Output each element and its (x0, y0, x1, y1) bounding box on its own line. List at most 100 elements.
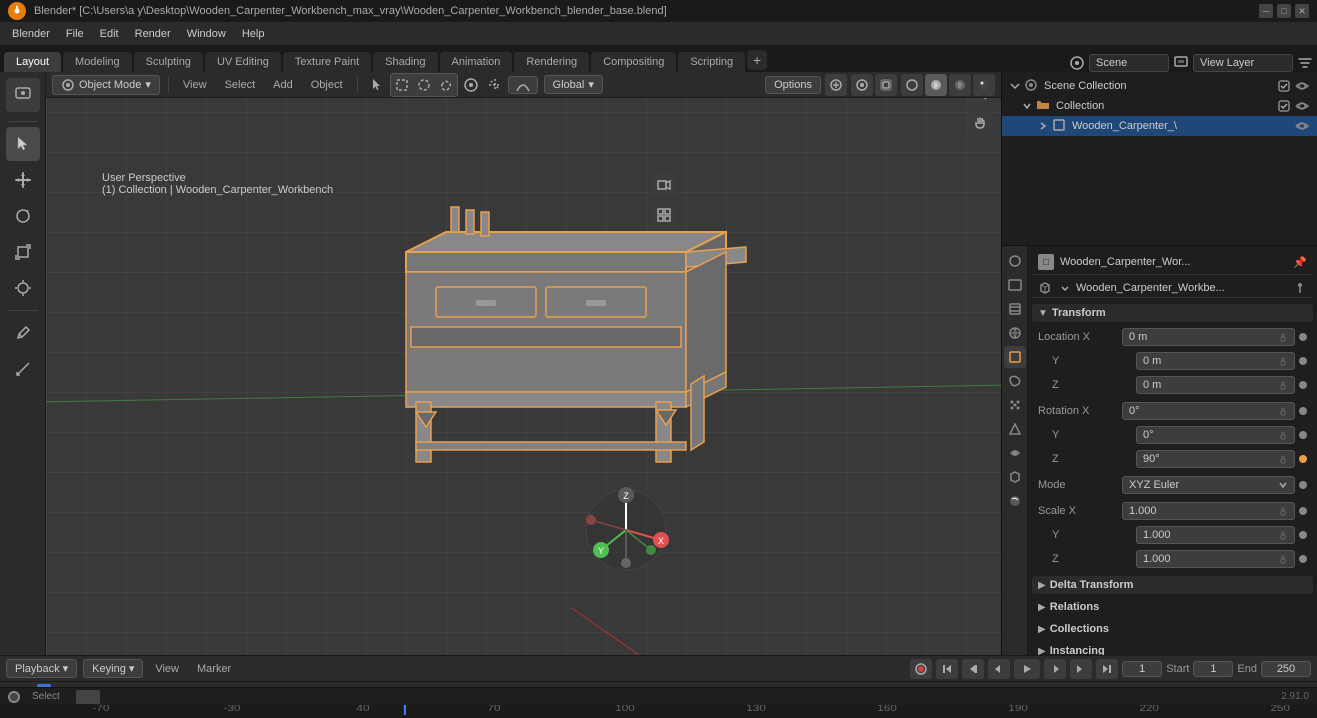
object-props-icon[interactable] (1004, 346, 1026, 368)
material-shading[interactable] (949, 74, 971, 96)
lasso-select-icon[interactable] (435, 74, 457, 96)
circle-select-icon[interactable] (413, 74, 435, 96)
navigation-gizmo[interactable]: Z X Y (581, 485, 671, 575)
menu-help[interactable]: Help (234, 26, 273, 42)
measure-button[interactable] (6, 352, 40, 386)
cursor-tool-button[interactable] (6, 127, 40, 161)
current-frame-input[interactable]: 1 (1122, 661, 1162, 677)
solid-shading[interactable] (925, 74, 947, 96)
skip-start-button[interactable] (936, 659, 958, 679)
start-frame-input[interactable]: 1 (1193, 661, 1233, 677)
keying-menu[interactable]: Keying ▾ (83, 659, 143, 678)
minimize-button[interactable]: ─ (1259, 4, 1273, 18)
record-button[interactable] (910, 659, 932, 679)
menu-render[interactable]: Render (127, 26, 179, 42)
select-menu[interactable]: Select (219, 77, 262, 93)
particles-props-icon[interactable] (1004, 394, 1026, 416)
menu-blender[interactable]: Blender (4, 26, 58, 42)
box-select-icon[interactable] (391, 74, 413, 96)
camera-view-icon[interactable] (651, 172, 677, 198)
scale-x-input[interactable]: 1.000 (1122, 502, 1295, 520)
output-props-icon[interactable] (1004, 274, 1026, 296)
3d-viewport[interactable]: User Perspective (1) Collection | Wooden… (46, 72, 1001, 655)
outliner-row-scene-collection[interactable]: Scene Collection (1002, 76, 1317, 96)
rotation-y-input[interactable]: 0° (1136, 426, 1295, 444)
delta-transform-header[interactable]: ▶ Delta Transform (1032, 576, 1313, 594)
location-z-input[interactable]: 0 m (1136, 376, 1295, 394)
rotation-z-lock[interactable] (1278, 454, 1288, 464)
tab-modeling[interactable]: Modeling (63, 52, 132, 72)
wireframe-shading[interactable] (901, 74, 923, 96)
rotate-tool-button[interactable] (6, 199, 40, 233)
outliner-row-object[interactable]: Wooden_Carpenter_\ (1002, 116, 1317, 136)
view-layer-input[interactable] (1193, 54, 1293, 72)
tab-animation[interactable]: Animation (440, 52, 513, 72)
play-button[interactable] (1014, 659, 1040, 679)
prev-frame-button[interactable] (962, 659, 984, 679)
location-x-input[interactable]: 0 m (1122, 328, 1295, 346)
rotation-x-input[interactable]: 0° (1122, 402, 1295, 420)
object-mode-button[interactable]: Object Mode ▾ (52, 75, 160, 95)
relations-section-header[interactable]: ▶ Relations (1032, 598, 1313, 616)
tab-shading[interactable]: Shading (373, 52, 437, 72)
rotation-z-input[interactable]: 90° (1136, 450, 1295, 468)
scale-z-lock[interactable] (1278, 554, 1288, 564)
material-props-icon[interactable] (1004, 490, 1026, 512)
collections-section-header[interactable]: ▶ Collections (1032, 620, 1313, 638)
tab-texture-paint[interactable]: Texture Paint (283, 52, 371, 72)
skip-end-button[interactable] (1096, 659, 1118, 679)
data-props-icon[interactable] (1004, 466, 1026, 488)
tab-compositing[interactable]: Compositing (591, 52, 676, 72)
physics-props-icon[interactable] (1004, 418, 1026, 440)
playback-menu[interactable]: Playback ▾ (6, 659, 77, 678)
annotate-button[interactable] (6, 316, 40, 350)
tab-sculpting[interactable]: Sculpting (134, 52, 203, 72)
cursor-mode-icon[interactable] (366, 74, 388, 96)
tab-rendering[interactable]: Rendering (514, 52, 589, 72)
object-menu[interactable]: Object (305, 77, 349, 93)
scale-y-lock[interactable] (1278, 530, 1288, 540)
scene-props-icon[interactable] (1004, 250, 1026, 272)
rotation-mode-select[interactable]: XYZ Euler (1122, 476, 1295, 494)
pin-icon[interactable]: 📌 (1293, 256, 1307, 269)
scale-tool-button[interactable] (6, 235, 40, 269)
next-key-button[interactable] (1044, 659, 1066, 679)
xray-toggle[interactable] (875, 74, 897, 96)
snap-icon[interactable] (484, 74, 506, 96)
timeline-view-menu[interactable]: View (149, 661, 185, 677)
end-frame-input[interactable]: 250 (1261, 661, 1311, 677)
object-eye[interactable] (1295, 119, 1309, 133)
prev-key-button[interactable] (988, 659, 1010, 679)
scale-x-lock[interactable] (1278, 506, 1288, 516)
hand-pan-button[interactable] (967, 110, 993, 136)
scene-collection-check[interactable] (1277, 79, 1291, 93)
world-props-icon[interactable] (1004, 322, 1026, 344)
transform-section-header[interactable]: ▼ Transform (1032, 304, 1313, 322)
outliner-row-collection[interactable]: Collection (1002, 96, 1317, 116)
lock-z-icon[interactable] (1278, 380, 1288, 390)
global-button[interactable]: Global ▾ (544, 75, 603, 94)
menu-window[interactable]: Window (179, 26, 234, 42)
close-button[interactable]: ✕ (1295, 4, 1309, 18)
timeline-marker-menu[interactable]: Marker (191, 661, 237, 677)
lock-y-icon[interactable] (1278, 356, 1288, 366)
rotation-y-lock[interactable] (1278, 430, 1288, 440)
next-frame-button[interactable] (1070, 659, 1092, 679)
tab-scripting[interactable]: Scripting (678, 52, 745, 72)
scene-collection-eye[interactable] (1295, 79, 1309, 93)
data-pin-icon[interactable] (1293, 281, 1307, 295)
rendered-shading[interactable] (973, 74, 995, 96)
tab-layout[interactable]: Layout (4, 52, 61, 72)
modifier-props-icon[interactable] (1004, 370, 1026, 392)
move-tool-button[interactable] (6, 163, 40, 197)
tab-uv-editing[interactable]: UV Editing (205, 52, 281, 72)
add-workspace-button[interactable]: + (747, 50, 767, 70)
restore-button[interactable]: □ (1277, 4, 1291, 18)
grid-view-icon[interactable] (651, 202, 677, 228)
scale-z-input[interactable]: 1.000 (1136, 550, 1295, 568)
scale-y-input[interactable]: 1.000 (1136, 526, 1295, 544)
menu-edit[interactable]: Edit (92, 26, 127, 42)
rotation-x-lock[interactable] (1278, 406, 1288, 416)
gizmo-toggle[interactable] (825, 74, 847, 96)
transform-tool-button[interactable] (6, 271, 40, 305)
